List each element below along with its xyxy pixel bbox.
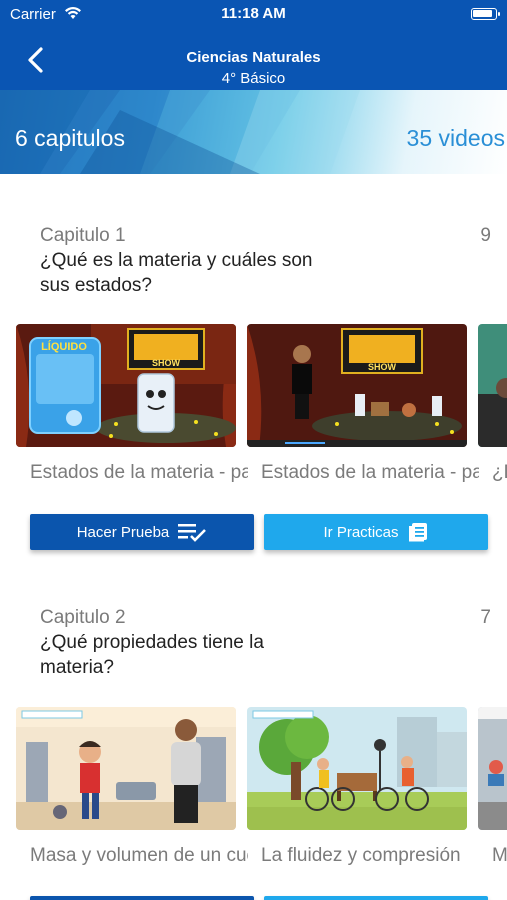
video-title[interactable]: Estados de la materia - pa: [16, 462, 248, 484]
video-card[interactable]: M: [478, 707, 507, 867]
chapter-title: ¿Qué propiedades tiene la materia?: [40, 632, 264, 678]
nav-title: Ciencias Naturales: [186, 49, 321, 66]
video-carousel[interactable]: Masa y volumen de un cue La fluidez y co…: [0, 707, 507, 877]
video-title[interactable]: La fluidez y compresión: [247, 845, 479, 867]
video-card[interactable]: SHOW Estados de la materia - pa: [247, 324, 479, 484]
video-carousel[interactable]: SHOW LÍQUIDO Estados de la materia - pa: [0, 324, 507, 494]
video-card[interactable]: La fluidez y compresión: [247, 707, 467, 867]
take-test-button[interactable]: Hacer Prueba: [30, 514, 254, 550]
video-card[interactable]: SHOW LÍQUIDO Estados de la materia - pa: [16, 324, 248, 484]
video-title[interactable]: M: [478, 845, 507, 867]
chapter-section: Capitulo 1 9 ¿Qué es la materia y cuáles…: [0, 174, 507, 594]
thumb-overlay-label: LÍQUIDO: [41, 340, 87, 353]
nav-bar: Ciencias Naturales 4° Básico: [0, 30, 507, 90]
checklist-icon: [178, 524, 207, 542]
video-card[interactable]: Masa y volumen de un cue: [16, 707, 248, 867]
video-title[interactable]: Masa y volumen de un cue: [16, 845, 248, 867]
video-thumbnail[interactable]: SHOW: [247, 324, 467, 447]
take-test-label: Hacer Prueba: [76, 523, 170, 541]
show-title: SHOW: [152, 358, 181, 368]
video-thumbnail[interactable]: SHOW LÍQUIDO: [16, 324, 236, 447]
show-title: SHOW: [368, 362, 397, 372]
course-banner: 6 capitulos 35 videos: [0, 90, 507, 174]
video-thumbnail[interactable]: [478, 707, 507, 830]
chapter-label: Capitulo 1: [40, 225, 126, 246]
chapter-video-count: 9: [480, 225, 491, 246]
take-test-button[interactable]: [30, 896, 254, 900]
video-thumbnail[interactable]: [478, 324, 507, 447]
chapter-section: Capitulo 2 7 ¿Qué propiedades tiene la m…: [0, 556, 507, 900]
video-title[interactable]: Estados de la materia - pa: [247, 462, 479, 484]
video-thumbnail[interactable]: [247, 707, 467, 830]
go-practice-button[interactable]: [264, 896, 488, 900]
book-icon: [408, 523, 427, 542]
clock: 11:18 AM: [221, 5, 286, 22]
video-title[interactable]: ¿De: [478, 462, 507, 484]
video-count: 35 videos: [406, 125, 505, 151]
video-thumbnail[interactable]: [16, 707, 236, 830]
video-card[interactable]: ¿De: [478, 324, 507, 484]
go-practice-label: Ir Practicas: [323, 523, 399, 541]
status-bar: Carrier 11:18 AM: [0, 0, 507, 30]
chapter-label: Capitulo 2: [40, 607, 126, 628]
chapter-count: 6 capitulos: [15, 125, 125, 151]
go-practice-button[interactable]: Ir Practicas: [264, 514, 488, 550]
battery-icon: [471, 8, 500, 20]
chapter-video-count: 7: [480, 607, 491, 628]
chapter-title: ¿Qué es la materia y cuáles son sus esta…: [40, 250, 313, 296]
nav-subtitle: 4° Básico: [221, 70, 286, 87]
